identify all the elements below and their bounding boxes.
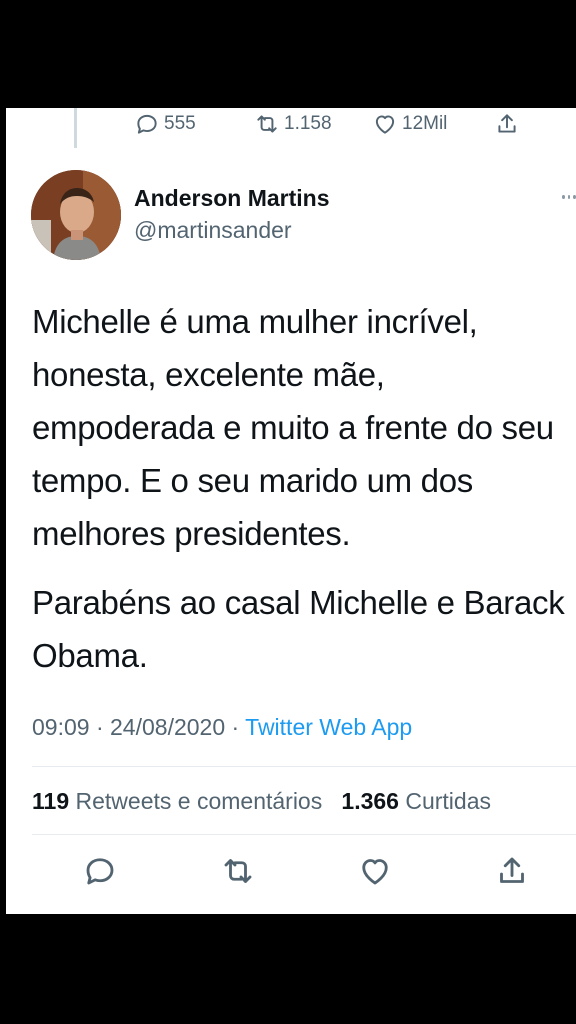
- more-icon[interactable]: [562, 192, 576, 202]
- previous-like-count: 12Mil: [402, 113, 448, 134]
- previous-retweet-button[interactable]: 1.158: [254, 110, 332, 138]
- tweet-paragraph: Parabéns ao casal Michelle e Barack Obam…: [32, 584, 565, 674]
- previous-like-button[interactable]: 12Mil: [372, 110, 447, 138]
- retweet-icon: [224, 859, 252, 883]
- tweet-time[interactable]: 09:09: [32, 714, 90, 740]
- heart-icon: [375, 115, 395, 134]
- avatar-photo: [31, 170, 121, 260]
- reply-icon: [137, 114, 157, 134]
- tweet-meta: 09:09 · 24/08/2020 · Twitter Web App: [32, 714, 412, 741]
- likes-label[interactable]: Curtidas: [405, 788, 491, 814]
- thread-line: [74, 108, 77, 148]
- share-icon: [498, 114, 516, 133]
- retweet-icon: [257, 115, 277, 133]
- avatar[interactable]: [31, 170, 121, 260]
- tweet-text: Michelle é uma mulher incrível, honesta,…: [32, 295, 572, 698]
- tweet-action-bar: [6, 853, 576, 893]
- meta-separator: ·: [225, 714, 246, 740]
- author-name[interactable]: Anderson Martins: [134, 185, 330, 212]
- divider: [32, 766, 576, 767]
- meta-separator: ·: [89, 714, 111, 740]
- share-icon: [500, 857, 524, 883]
- share-button[interactable]: [494, 853, 530, 889]
- tweet-card: 555 1.158 12Mil Anderson Martins @martin…: [6, 108, 576, 914]
- retweets-label[interactable]: Retweets e comentários: [76, 788, 323, 814]
- like-button[interactable]: [357, 853, 393, 889]
- retweets-count[interactable]: 119: [32, 788, 69, 814]
- retweet-button[interactable]: [220, 853, 256, 889]
- tweet-paragraph: Michelle é uma mulher incrível, honesta,…: [32, 303, 554, 552]
- previous-retweet-count: 1.158: [284, 113, 332, 134]
- tweet-date[interactable]: 24/08/2020: [110, 714, 225, 740]
- heart-icon: [362, 859, 388, 885]
- tweet-stats: 119 Retweets e comentários 1.366 Curtida…: [32, 788, 491, 815]
- previous-reply-button[interactable]: 555: [134, 110, 196, 138]
- divider: [32, 834, 576, 835]
- author-handle[interactable]: @martinsander: [134, 217, 292, 244]
- previous-tweet-action-bar: 555 1.158 12Mil: [6, 108, 576, 152]
- reply-icon: [86, 858, 114, 885]
- previous-reply-count: 555: [164, 113, 196, 134]
- tweet-source[interactable]: Twitter Web App: [245, 714, 412, 740]
- likes-count[interactable]: 1.366: [341, 788, 399, 814]
- previous-share-button[interactable]: [494, 110, 520, 138]
- reply-button[interactable]: [82, 853, 118, 889]
